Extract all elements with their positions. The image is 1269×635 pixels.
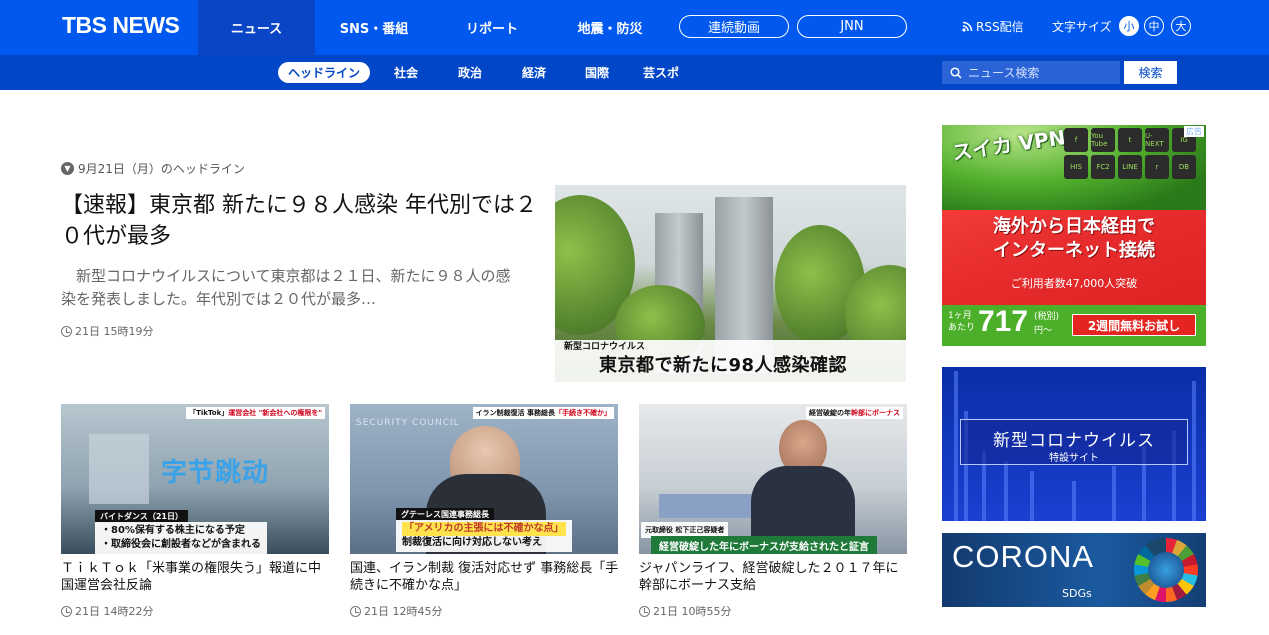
- rss-icon: [962, 21, 973, 32]
- article-card-image[interactable]: SECURITY COUNCIL イラン制裁復活 事務総長「手続き不確か」 グテ…: [350, 404, 618, 554]
- chevron-down-icon: ▼: [61, 162, 74, 175]
- ad-price: 717: [978, 305, 1029, 338]
- ad-price-suffix: (税別) 円〜: [1034, 312, 1060, 336]
- caption-text: ・80%保有する株主になる予定 ・取締役会に創設者などが含まれる: [95, 522, 267, 554]
- lead-article-title[interactable]: 【速報】東京都 新たに９８人感染 年代別では２０代が最多: [61, 190, 541, 252]
- article-card-title[interactable]: ジャパンライフ、経営破綻した２０１７年に幹部にボーナス支給: [639, 560, 911, 594]
- nav-tab-report[interactable]: リポート: [433, 0, 551, 55]
- sdgs-wheel-icon: [1134, 538, 1198, 602]
- clock-icon: [61, 605, 72, 617]
- decor-bar: [1112, 466, 1116, 521]
- top-navigation: TBS NEWS ニュース SNS・番組 リポート 地震・防災 連続動画 JNN…: [0, 0, 1269, 55]
- decor-bar: [1072, 481, 1076, 521]
- clock-icon: [61, 325, 72, 337]
- image-tag: 経営破綻の年幹部にボーナス: [806, 407, 903, 419]
- building-shape: [89, 434, 149, 504]
- rss-link[interactable]: RSS配信: [962, 18, 1024, 35]
- desk-shape: [659, 494, 759, 518]
- nav-tab-sns[interactable]: SNS・番組: [315, 0, 433, 55]
- decor-bar: [954, 371, 958, 521]
- image-caption-main: 東京都で新たに98人感染確認: [599, 355, 848, 376]
- banner-title: 新型コロナウイルス: [993, 431, 1155, 451]
- vpn-advertisement[interactable]: スイカ VPN f You Tube t U-NEXT IG HIS FC2 L…: [942, 125, 1206, 346]
- caption-text: 「アメリカの主張には不確かな点」 制裁復活に向け対応しない考え: [396, 520, 572, 552]
- font-size-small-button[interactable]: 小: [1119, 16, 1139, 36]
- nav-tab-news[interactable]: ニュース: [198, 0, 315, 55]
- subnav-economy[interactable]: 経済: [510, 62, 558, 83]
- font-size-medium-button[interactable]: 中: [1144, 16, 1164, 36]
- company-logo: 字节跳动: [161, 458, 270, 488]
- ad-user-count: ご利用者数47,000人突破: [1010, 277, 1138, 290]
- lead-article-image[interactable]: 新型コロナウイルス 東京都で新たに98人感染確認: [555, 185, 906, 382]
- font-size-large-button[interactable]: 大: [1171, 16, 1191, 36]
- ad-price-prefix: 1ヶ月 あたり: [948, 311, 976, 333]
- banner-title: CORONA: [952, 539, 1095, 574]
- subnav-headline[interactable]: ヘッドライン: [278, 62, 370, 83]
- search-button[interactable]: 検索: [1124, 61, 1177, 84]
- subnav-international[interactable]: 国際: [573, 62, 621, 83]
- headline-date: ▼ 9月21日（月）のヘッドライン: [61, 160, 245, 177]
- corona-sdgs-banner[interactable]: CORONA SDGs: [942, 533, 1206, 607]
- facebook-icon: f: [1064, 128, 1088, 152]
- article-card-time: 21日 10時55分: [639, 603, 732, 619]
- search-box: [942, 61, 1120, 84]
- article-card-image[interactable]: 字节跳动 「TikTok」運営会社 "新会社への権限を" バイトダンス（21日）…: [61, 404, 329, 554]
- site-logo[interactable]: TBS NEWS: [62, 12, 180, 39]
- subnav-entertainment-sports[interactable]: 芸スポ: [637, 62, 685, 83]
- lead-article-time: 21日 15時19分: [61, 323, 154, 339]
- article-card-time: 21日 14時22分: [61, 603, 154, 619]
- article-card-title[interactable]: 国連、イラン制裁 復活対応せず 事務総長「手続きに不確かな点」: [350, 560, 622, 594]
- corona-special-banner[interactable]: 新型コロナウイルス 特設サイト: [942, 367, 1206, 521]
- subnav-politics[interactable]: 政治: [446, 62, 494, 83]
- search-icon: [950, 66, 962, 79]
- ad-label[interactable]: 広告: [1184, 126, 1204, 137]
- dropbox-icon: DB: [1172, 155, 1196, 179]
- caption-text: 経営破綻した年にボーナスが支給されたと証言: [651, 536, 877, 554]
- banner-title-box: 新型コロナウイルス 特設サイト: [960, 419, 1188, 465]
- his-icon: HIS: [1064, 155, 1088, 179]
- ad-headline: 海外から日本経由で インターネット接続: [993, 216, 1155, 261]
- fc2-icon: FC2: [1091, 155, 1115, 179]
- article-card-image[interactable]: 経営破綻の年幹部にボーナス 元取締役 松下正己容疑者 経営破綻した年にボーナスが…: [639, 404, 907, 554]
- image-tag: イラン制裁復活 事務総長「手続き不確か」: [472, 407, 614, 419]
- app-icon-grid: f You Tube t U-NEXT IG HIS FC2 LINE r DB: [1064, 128, 1196, 179]
- clock-icon: [350, 605, 361, 617]
- ad-free-trial-button[interactable]: 2週間無料お試し: [1072, 314, 1196, 336]
- ad-price-bar: 1ヶ月 あたり 717 (税別) 円〜 2週間無料お試し: [942, 305, 1206, 346]
- decor-bar: [1192, 381, 1196, 521]
- image-tag: 「TikTok」運営会社 "新会社への権限を": [186, 407, 325, 419]
- background-text: SECURITY COUNCIL: [356, 418, 460, 428]
- nav-tab-disaster[interactable]: 地震・防災: [551, 0, 669, 55]
- unext-icon: U-NEXT: [1145, 128, 1169, 152]
- article-card-time: 21日 12時45分: [350, 603, 443, 619]
- continuous-video-button[interactable]: 連続動画: [679, 15, 789, 38]
- lead-time-text: 21日 15時19分: [75, 325, 154, 338]
- banner-subtitle: 特設サイト: [1049, 453, 1099, 464]
- youtube-icon: You Tube: [1091, 128, 1115, 152]
- clock-icon: [639, 605, 650, 617]
- decor-bar: [1030, 471, 1034, 521]
- font-size-label: 文字サイズ: [1052, 20, 1112, 34]
- banner-subtitle: SDGs: [1062, 587, 1092, 600]
- jnn-button[interactable]: JNN: [797, 15, 907, 38]
- headline-date-label: 9月21日（月）のヘッドライン: [78, 162, 245, 176]
- radiko-icon: r: [1145, 155, 1169, 179]
- subnav-society[interactable]: 社会: [382, 62, 430, 83]
- twitter-icon: t: [1118, 128, 1142, 152]
- lead-article-description: 新型コロナウイルスについて東京都は２１日、新たに９８人の感染を発表しました。年代…: [61, 267, 511, 308]
- decor-bar: [1004, 461, 1008, 521]
- rss-label: RSS配信: [976, 20, 1024, 34]
- article-card-title[interactable]: ＴｉｋＴｏｋ「米事業の権限失う」報道に中国運営会社反論: [61, 560, 333, 594]
- search-input[interactable]: [968, 65, 1118, 80]
- line-icon: LINE: [1118, 155, 1142, 179]
